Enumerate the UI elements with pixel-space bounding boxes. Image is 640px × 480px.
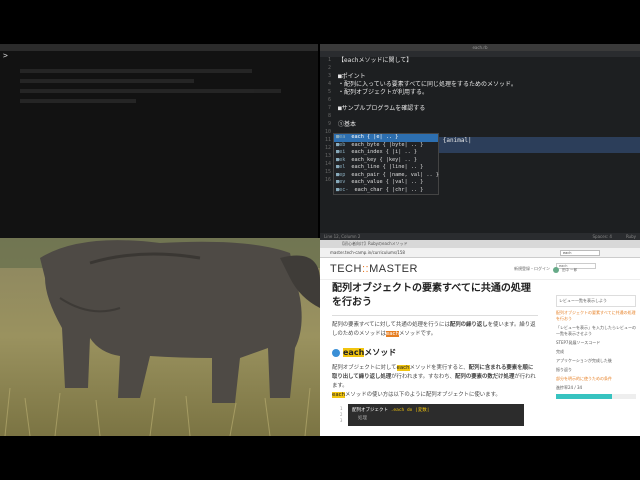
editor-syntax[interactable]: Ruby <box>626 233 636 240</box>
code-sample-line: 配列オブジェクト .each do |変数| <box>352 408 430 413</box>
terminal-titlebar[interactable] <box>0 45 318 51</box>
article-paragraph-3: eachメソッドの使い方は以下のように配列オブジェクトに使います。 <box>332 392 501 398</box>
sidebar-box[interactable]: レビュー一覧を表示しよう <box>556 295 636 307</box>
code-sample: 123 配列オブジェクト .each do |変数| 処理 <box>340 404 524 426</box>
autocomplete-item[interactable]: ■ev each_value { |val| .. } <box>334 179 438 187</box>
line-number: 2 <box>327 65 331 71</box>
editor-titlebar[interactable]: each.rb <box>320 44 640 51</box>
line-number: 6 <box>327 97 331 103</box>
code-line[interactable]: ・配列に入っている要素すべてに同じ処理をするためのメソッド。 <box>338 81 640 89</box>
autocomplete-item[interactable]: ■ea each { |e| .. } <box>334 134 438 142</box>
sidebar-item[interactable]: 完成 <box>556 349 636 355</box>
editor-statusbar: Line 12, Column 2 Ruby Spaces: 4 <box>320 233 640 240</box>
article-paragraph-1: 配列の要素すべてに対して共通の処理を行うには配列の繰り返しを使います。繰り返しの… <box>332 322 536 337</box>
line-number: 8 <box>327 113 331 119</box>
terminal-ghost-text <box>20 63 310 133</box>
autocomplete-item-label: each_char { |chr| .. } <box>354 186 424 193</box>
line-number: 13 <box>324 153 331 159</box>
terminal-prompt: > <box>3 51 8 60</box>
editor-indentation[interactable]: Spaces: 4 <box>593 233 612 240</box>
line-number: 9 <box>327 121 331 127</box>
user-name: 田中 一郎 <box>562 268 578 272</box>
progress-bar-fill <box>556 394 612 399</box>
autocomplete-item-tag: ■ec- <box>336 186 349 193</box>
line-number: 3 <box>327 73 331 79</box>
code-line[interactable]: ①基本 <box>338 121 640 129</box>
progress-label: 進捗率24 / 34 <box>556 385 583 390</box>
code-line[interactable]: ■サンプルプログラムを確認する <box>338 105 640 113</box>
code-line[interactable] <box>338 97 640 105</box>
signup-link[interactable]: 新規登録・ログイン <box>514 266 550 272</box>
autocomplete-item-tag: ■ek <box>336 156 346 163</box>
elephant-photo <box>0 238 320 436</box>
line-number: 11 <box>324 137 331 143</box>
code-line[interactable]: ■ポイント <box>338 73 640 81</box>
autocomplete-item-tag: ■ei <box>336 149 346 155</box>
autocomplete-item-tag: ■eb <box>336 141 346 148</box>
autocomplete-item-label: each_value { |val| .. } <box>351 179 424 185</box>
autocomplete-item-tag: ■ea <box>336 134 346 140</box>
line-number: 7 <box>327 105 331 111</box>
article: 配列オブジェクトの要素すべてに共通の処理を行おう 配列の要素すべてに対して共通の… <box>332 282 538 426</box>
autocomplete-item[interactable]: ■ek each_key { |key| .. } <box>334 157 438 165</box>
autocomplete-item-label: each_key { |key| .. } <box>351 156 417 163</box>
autocomplete-item-label: each_line { |line| .. } <box>351 164 424 170</box>
autocomplete-item-label: each_byte { |byte| .. } <box>351 141 424 148</box>
sidebar-item[interactable]: 振り返り <box>556 367 636 373</box>
browser-urlbar[interactable]: master.tech-camp.in/curriculums/158 each <box>320 248 640 258</box>
autocomplete-item-label: each { |e| .. } <box>351 134 399 140</box>
sidebar-item[interactable]: 「レビューを表示」を入力したらレビューの一覧を表示させよう <box>556 325 636 337</box>
section-heading: each メソッド <box>332 347 538 358</box>
code-line[interactable] <box>338 113 640 121</box>
curriculum-sidebar: レビュー一覧を表示しよう 配列オブジェクトの要素すべてに共通の処理を行おう 「レビ… <box>556 295 636 399</box>
line-number: 1 <box>327 57 331 63</box>
sidebar-item[interactable]: STEP7発展ソースコード <box>556 340 636 346</box>
code-line[interactable]: ・配列オブジェクトが利用する。 <box>338 89 640 97</box>
autocomplete-item-label: each_pair { |name, val| .. } <box>351 171 439 178</box>
code-line[interactable] <box>338 65 640 73</box>
autocomplete-item[interactable]: ■el each_line { |line| .. } <box>334 164 438 172</box>
article-paragraph-2: 配列オブジェクトに対してeachメソッドを実行すると、配列に含まれる要素を順に取… <box>332 365 536 389</box>
code-line-numbers: 123 <box>340 406 343 423</box>
editor-gutter: 1 2 3 4 5 6 7 8 9 10 11 12 13 14 15 16 <box>320 57 334 233</box>
line-number: 14 <box>324 161 331 167</box>
line-number: 5 <box>327 89 331 95</box>
article-title: 配列オブジェクトの要素すべてに共通の処理を行おう <box>332 283 531 308</box>
autocomplete-item-label: each_index { |i| .. } <box>351 149 417 155</box>
terminal-window[interactable]: > <box>0 44 318 238</box>
sidebar-bottom-label[interactable]: 部分を明示的に使うための条件 <box>556 376 636 382</box>
autocomplete-popup[interactable]: ■ea each { |e| .. } ■eb each_byte { |byte| … <box>333 133 439 195</box>
autocomplete-item-tag: ■el <box>336 164 346 170</box>
menubar <box>0 0 640 44</box>
url-text[interactable]: master.tech-camp.in/curriculums/158 <box>330 250 405 255</box>
code-line[interactable]: 【eachメソッドに関して】 <box>338 57 640 65</box>
autocomplete-item-tag: ■ev <box>336 179 346 185</box>
browser-search-field[interactable]: each <box>560 250 600 256</box>
avatar <box>553 267 559 273</box>
section-bullet-icon <box>332 348 340 357</box>
browser-window[interactable]: 【初心者向け】Rubyのeachメソッド master.tech-camp.in… <box>320 240 640 436</box>
autocomplete-item[interactable]: ■ec-each_char { |chr| .. } <box>334 187 438 195</box>
progress-bar <box>556 394 636 399</box>
sidebar-item[interactable]: 配列オブジェクトの要素すべてに共通の処理を行おう <box>556 310 636 322</box>
autocomplete-item[interactable]: ■ei each_index { |i| .. } <box>334 149 438 157</box>
line-number: 10 <box>324 129 331 135</box>
site-header: TECH::MASTER 新規登録・ログイン each <box>320 258 640 280</box>
line-number: 15 <box>324 169 331 175</box>
site-logo[interactable]: TECH::MASTER <box>330 263 418 275</box>
line-number: 12 <box>324 145 331 151</box>
autocomplete-item[interactable]: ■eb each_byte { |byte| .. } <box>334 142 438 150</box>
dock-area <box>0 436 640 480</box>
browser-tab[interactable]: 【初心者向け】Rubyのeachメソッド <box>320 240 640 248</box>
line-number: 16 <box>324 177 331 183</box>
editor-cursor-position: Line 12, Column 2 <box>324 234 361 239</box>
autocomplete-item[interactable]: ■ep each_pair { |name, val| .. } <box>334 171 439 180</box>
autocomplete-item-tag: ■ep <box>336 171 346 178</box>
line-number: 4 <box>327 81 331 87</box>
code-sample-body: 処理 <box>358 416 367 421</box>
sidebar-item[interactable]: アプリケーションが完成した後 <box>556 358 636 364</box>
